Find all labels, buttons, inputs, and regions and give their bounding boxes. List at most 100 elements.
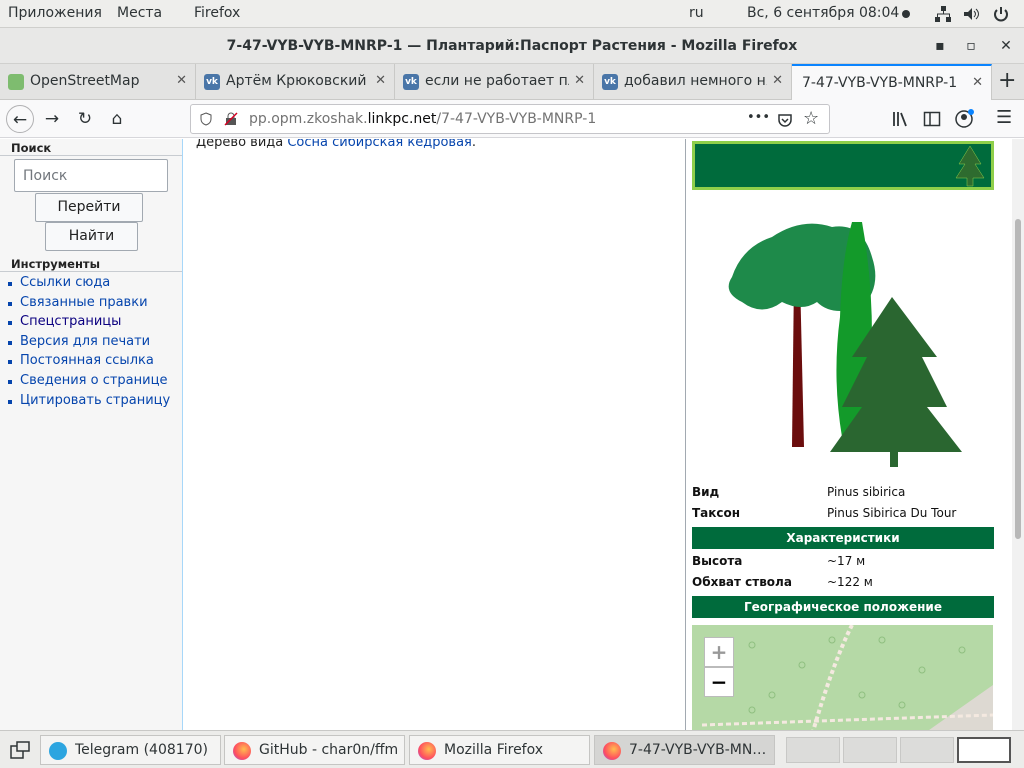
tool-link-printable[interactable]: Версия для печати bbox=[6, 334, 170, 354]
workspace-4[interactable] bbox=[957, 737, 1011, 763]
height-label: Высота bbox=[692, 554, 743, 568]
insecure-lock-icon[interactable] bbox=[224, 112, 238, 126]
tool-link-cite[interactable]: Цитировать страницу bbox=[6, 393, 170, 413]
girth-label: Обхват ствола bbox=[692, 575, 792, 589]
small-tree-icon bbox=[955, 145, 985, 187]
account-icon[interactable] bbox=[955, 109, 975, 129]
places-menu[interactable]: Места bbox=[117, 5, 162, 21]
applications-menu[interactable]: Приложения bbox=[8, 5, 102, 21]
taskbar: Telegram (408170) GitHub - char0n/ffm… M… bbox=[0, 730, 1024, 768]
home-button[interactable]: ⌂ bbox=[103, 105, 131, 133]
sidebar-toggle-icon[interactable] bbox=[923, 110, 941, 128]
workspace-2[interactable] bbox=[843, 737, 897, 763]
go-button[interactable]: Перейти bbox=[35, 193, 143, 222]
tab-label: Артём Крюковский bbox=[226, 73, 367, 89]
close-window-button[interactable]: ✕ bbox=[996, 36, 1016, 56]
close-tab-icon[interactable]: ✕ bbox=[375, 73, 386, 88]
hamburger-menu-icon[interactable]: ☰ bbox=[996, 107, 1012, 128]
page-content: Поиск Поиск Перейти Найти Инструменты Сс… bbox=[0, 139, 1024, 730]
tab-label: OpenStreetMap bbox=[30, 73, 140, 89]
location-map[interactable]: + − bbox=[692, 625, 993, 730]
bookmark-star-icon[interactable]: ☆ bbox=[803, 108, 819, 129]
species-link[interactable]: Сосна сибирская кедровая bbox=[287, 139, 472, 150]
notification-dot-icon bbox=[902, 10, 910, 18]
show-desktop-icon[interactable] bbox=[10, 741, 30, 759]
firefox-icon bbox=[418, 742, 436, 760]
power-icon[interactable] bbox=[992, 5, 1010, 23]
vk-icon: vk bbox=[204, 74, 220, 90]
close-tab-icon[interactable]: ✕ bbox=[972, 75, 983, 90]
volume-icon[interactable] bbox=[962, 5, 980, 23]
vk-icon: vk bbox=[403, 74, 419, 90]
taskbar-mozilla-firefox[interactable]: Mozilla Firefox bbox=[409, 735, 590, 765]
taxon-value: Pinus Sibirica Du Tour bbox=[827, 506, 957, 520]
telegram-icon bbox=[49, 742, 67, 760]
maximize-button[interactable]: ▫ bbox=[961, 36, 981, 56]
taskbar-plant-passport[interactable]: 7-47-VYB-VYB-MN… bbox=[594, 735, 775, 765]
page-actions-menu[interactable]: ••• bbox=[747, 110, 770, 125]
taxon-label: Таксон bbox=[692, 506, 741, 520]
article-text-suffix: . bbox=[471, 139, 477, 150]
minimize-button[interactable]: ▪ bbox=[930, 36, 950, 56]
geo-header: Географическое положение bbox=[692, 596, 994, 618]
tab-label: 7-47-VYB-VYB-MNRP-1 bbox=[802, 75, 958, 91]
search-heading: Поиск bbox=[0, 141, 182, 156]
library-icon[interactable] bbox=[892, 110, 910, 128]
find-button[interactable]: Найти bbox=[45, 222, 138, 251]
workspace-1[interactable] bbox=[786, 737, 840, 763]
tools-heading: Инструменты bbox=[0, 257, 182, 272]
firefox-app-menu[interactable]: Firefox bbox=[194, 5, 240, 21]
article-text-prefix: Дерево вида bbox=[196, 139, 288, 150]
osm-icon bbox=[8, 74, 24, 90]
tool-link-permalink[interactable]: Постоянная ссылка bbox=[6, 353, 170, 373]
address-bar[interactable]: pp.opm.zkoshak.linkpc.net/7-47-VYB-VYB-M… bbox=[190, 104, 830, 134]
close-tab-icon[interactable]: ✕ bbox=[772, 73, 783, 88]
plant-infobox: Вид Pinus sibirica Таксон Pinus Sibirica… bbox=[685, 139, 1024, 730]
tree-illustration bbox=[728, 222, 962, 467]
forward-button[interactable]: → bbox=[38, 105, 66, 133]
girth-value: ~122 м bbox=[827, 575, 873, 589]
url-text: pp.opm.zkoshak.linkpc.net/7-47-VYB-VYB-M… bbox=[249, 111, 597, 127]
height-value: ~17 м bbox=[827, 554, 866, 568]
tool-link-related-changes[interactable]: Связанные правки bbox=[6, 295, 170, 315]
characteristics-header: Характеристики bbox=[692, 527, 994, 549]
window-title-bar: 7-47-VYB-VYB-MNRP-1 — Плантарий:Паспорт … bbox=[0, 28, 1024, 64]
scrollbar-thumb[interactable] bbox=[1015, 219, 1021, 539]
taskbar-github-firefox[interactable]: GitHub - char0n/ffm… bbox=[224, 735, 405, 765]
pocket-icon[interactable] bbox=[777, 112, 793, 128]
tab-vk-message[interactable]: vk если не работает пл ✕ bbox=[395, 64, 594, 100]
search-input[interactable]: Поиск bbox=[14, 159, 168, 192]
map-tiles bbox=[701, 625, 993, 730]
map-zoom-out-button[interactable]: − bbox=[704, 667, 734, 697]
clock[interactable]: Вс, 6 сентября 08:04 bbox=[747, 5, 899, 21]
tools-list: Ссылки сюда Связанные правки Спецстраниц… bbox=[6, 275, 170, 412]
tool-link-whatlinkshere[interactable]: Ссылки сюда bbox=[6, 275, 170, 295]
reload-button[interactable]: ↻ bbox=[71, 105, 99, 133]
tab-label: если не работает пл bbox=[425, 73, 569, 89]
keyboard-layout-indicator[interactable]: ru bbox=[689, 5, 704, 21]
network-icon[interactable] bbox=[934, 5, 952, 23]
site-info-icon[interactable] bbox=[199, 112, 213, 126]
tab-vk-artem[interactable]: vk Артём Крюковский ✕ bbox=[196, 64, 395, 100]
species-label: Вид bbox=[692, 485, 720, 499]
new-tab-button[interactable]: + bbox=[998, 68, 1016, 93]
workspace-3[interactable] bbox=[900, 737, 954, 763]
taskbar-telegram[interactable]: Telegram (408170) bbox=[40, 735, 221, 765]
navigation-toolbar: ← → ↻ ⌂ pp.opm.zkoshak.linkpc.net/7-47-V… bbox=[0, 100, 1024, 138]
tool-link-special-pages[interactable]: Спецстраницы bbox=[6, 314, 170, 334]
system-top-bar: Приложения Места Firefox ru Вс, 6 сентяб… bbox=[0, 0, 1024, 28]
tab-openstreetmap[interactable]: OpenStreetMap ✕ bbox=[0, 64, 196, 100]
firefox-icon bbox=[603, 742, 621, 760]
task-label: 7-47-VYB-VYB-MN… bbox=[629, 742, 767, 758]
tab-plant-passport[interactable]: 7-47-VYB-VYB-MNRP-1 ✕ bbox=[792, 64, 992, 100]
tab-label: добавил немного ня bbox=[624, 73, 767, 89]
page-scrollbar[interactable] bbox=[1012, 139, 1024, 730]
species-value: Pinus sibirica bbox=[827, 485, 906, 499]
article-text: Дерево вида Сосна сибирская кедровая. bbox=[196, 139, 476, 150]
back-button[interactable]: ← bbox=[6, 105, 34, 133]
close-tab-icon[interactable]: ✕ bbox=[176, 73, 187, 88]
map-zoom-in-button[interactable]: + bbox=[704, 637, 734, 667]
close-tab-icon[interactable]: ✕ bbox=[574, 73, 585, 88]
tool-link-page-info[interactable]: Сведения о странице bbox=[6, 373, 170, 393]
tab-vk-added[interactable]: vk добавил немного ня ✕ bbox=[594, 64, 792, 100]
